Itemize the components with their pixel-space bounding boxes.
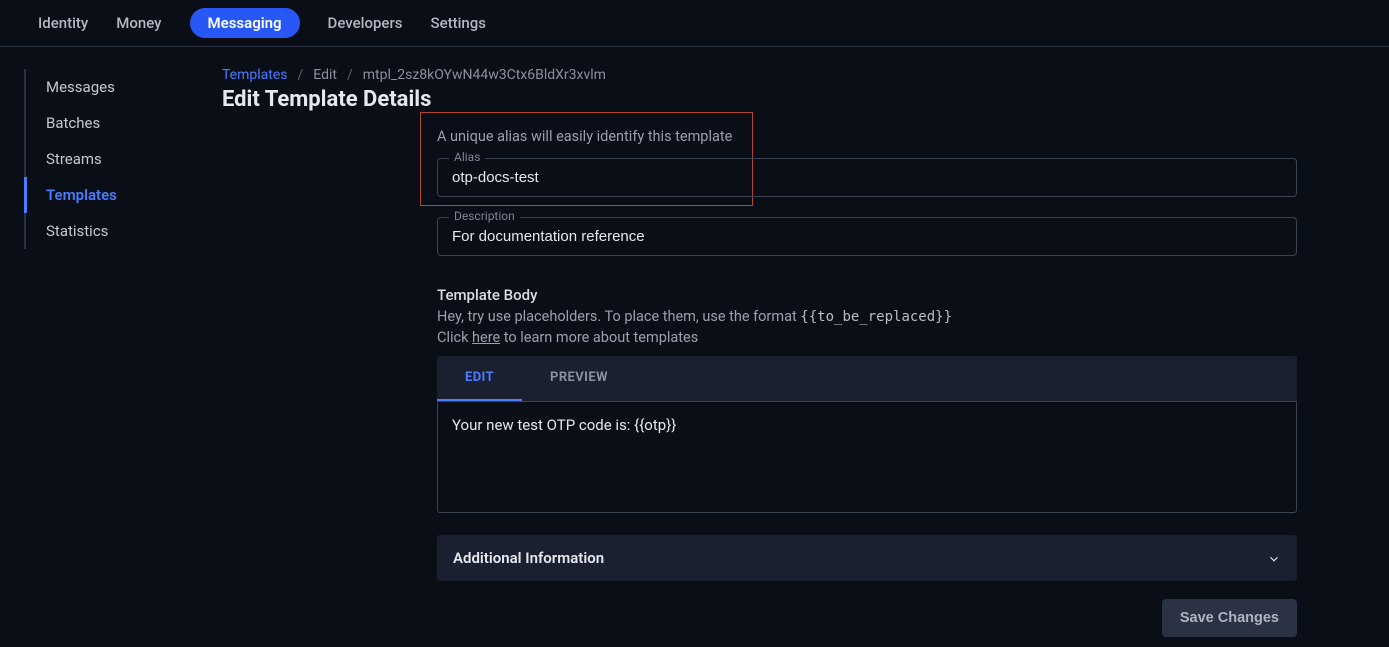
- breadcrumb-sep: /: [347, 67, 353, 83]
- nav-messaging[interactable]: Messaging: [190, 8, 300, 38]
- learn-more-link[interactable]: here: [472, 329, 500, 346]
- nav-developers[interactable]: Developers: [328, 8, 403, 38]
- body-tabs: EDIT PREVIEW: [437, 356, 1297, 401]
- description-input[interactable]: [437, 217, 1297, 256]
- alias-label: Alias: [449, 150, 485, 164]
- breadcrumb: Templates / Edit / mtpl_2sz8kOYwN44w3Ctx…: [222, 67, 1389, 85]
- tab-edit[interactable]: EDIT: [437, 356, 522, 401]
- breadcrumb-id: mtpl_2sz8kOYwN44w3Ctx6BldXr3xvlm: [363, 67, 606, 83]
- nav-settings[interactable]: Settings: [430, 8, 486, 38]
- sidebar-item-templates[interactable]: Templates: [24, 177, 222, 213]
- top-nav: Identity Money Messaging Developers Sett…: [0, 0, 1389, 47]
- description-label: Description: [449, 209, 520, 223]
- chevron-down-icon: [1267, 551, 1281, 565]
- tab-preview[interactable]: PREVIEW: [522, 356, 636, 401]
- breadcrumb-action: Edit: [313, 67, 337, 83]
- sidebar-item-streams[interactable]: Streams: [26, 141, 222, 177]
- sidebar-item-statistics[interactable]: Statistics: [26, 213, 222, 249]
- sidebar-item-messages[interactable]: Messages: [26, 69, 222, 105]
- nav-identity[interactable]: Identity: [38, 8, 88, 38]
- additional-info-accordion[interactable]: Additional Information: [437, 535, 1297, 581]
- alias-hint: A unique alias will easily identify this…: [437, 128, 732, 145]
- template-body-editor[interactable]: Your new test OTP code is: {{otp}}: [437, 401, 1297, 513]
- alias-input[interactable]: [437, 158, 1297, 197]
- breadcrumb-sep: /: [298, 67, 304, 83]
- additional-info-title: Additional Information: [453, 549, 604, 567]
- template-body-learn: Click here to learn more about templates: [437, 329, 1297, 346]
- template-body-title: Template Body: [437, 286, 1297, 304]
- nav-money[interactable]: Money: [116, 8, 161, 38]
- sidebar-item-batches[interactable]: Batches: [26, 105, 222, 141]
- breadcrumb-root[interactable]: Templates: [222, 67, 288, 83]
- template-body-hint: Hey, try use placeholders. To place them…: [437, 308, 1297, 325]
- sidebar: Messages Batches Streams Templates Stati…: [0, 47, 222, 647]
- page-title: Edit Template Details: [222, 87, 1389, 112]
- save-changes-button[interactable]: Save Changes: [1162, 599, 1297, 637]
